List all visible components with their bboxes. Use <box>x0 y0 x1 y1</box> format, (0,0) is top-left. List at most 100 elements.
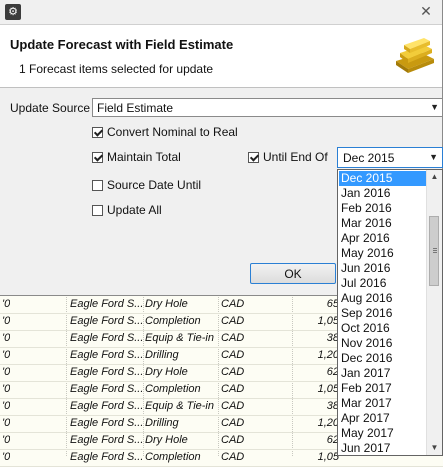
source-date-checkbox[interactable] <box>92 179 103 191</box>
scroll-down-arrow-icon[interactable]: ▼ <box>427 441 442 455</box>
update-source-select[interactable]: Field Estimate ▼ <box>92 98 443 117</box>
table-cell: Drilling <box>145 349 179 361</box>
ok-button[interactable]: OK <box>250 263 336 284</box>
update-all-checkbox-row[interactable]: Update All <box>92 202 162 218</box>
dropdown-option[interactable]: Jan 2017 <box>339 366 429 381</box>
table-cell: '0 <box>2 349 10 361</box>
dropdown-option[interactable]: Apr 2017 <box>339 411 429 426</box>
grip-line <box>433 252 437 253</box>
gold-bar-icon <box>396 38 434 73</box>
table-cell: CAD <box>221 315 245 327</box>
table-cell: CAD <box>221 383 245 395</box>
chevron-down-icon: ▼ <box>430 102 439 112</box>
table-cell: 38 <box>326 400 339 412</box>
app-icon: ⚙ <box>5 4 21 20</box>
update-source-value: Field Estimate <box>97 101 174 115</box>
dialog-subtitle: 1 Forecast items selected for update <box>19 62 214 76</box>
table-cell: '0 <box>2 315 10 327</box>
until-end-checkbox-row[interactable]: Until End Of <box>248 149 328 165</box>
dropdown-option[interactable]: Apr 2016 <box>339 231 429 246</box>
maintain-total-label: Maintain Total <box>107 150 181 164</box>
table-cell: Eagle Ford S... <box>70 332 142 344</box>
dropdown-option[interactable]: Jun 2017 <box>339 441 429 455</box>
dropdown-option[interactable]: Dec 2016 <box>339 351 429 366</box>
dropdown-option[interactable]: May 2016 <box>339 246 429 261</box>
until-end-checkbox[interactable] <box>248 151 259 163</box>
table-cell: Eagle Ford S... <box>70 298 142 310</box>
dialog-title: Update Forecast with Field Estimate <box>10 37 234 52</box>
until-end-date-value: Dec 2015 <box>343 151 395 165</box>
table-cell: Dry Hole <box>145 434 188 446</box>
update-all-label: Update All <box>107 203 162 217</box>
table-cell: CAD <box>221 434 245 446</box>
table-cell: 62 <box>326 366 339 378</box>
table-cell: 1,20 <box>317 417 339 429</box>
until-end-label: Until End Of <box>263 150 328 164</box>
table-cell: Completion <box>145 451 201 463</box>
date-dropdown-list: Dec 2015 Jan 2016 Feb 2016 Mar 2016 Apr 2016… <box>337 169 443 456</box>
dropdown-option[interactable]: Sep 2016 <box>339 306 429 321</box>
table-cell: 65 <box>326 298 339 310</box>
close-icon[interactable]: ✕ <box>416 2 436 20</box>
grip-line <box>433 250 437 251</box>
table-cell: Completion <box>145 315 201 327</box>
dropdown-option[interactable]: Nov 2016 <box>339 336 429 351</box>
maintain-total-checkbox[interactable] <box>92 151 103 163</box>
source-date-label: Source Date Until <box>107 178 202 192</box>
dropdown-option[interactable]: Jan 2016 <box>339 186 429 201</box>
table-cell: Eagle Ford S... <box>70 349 142 361</box>
table-cell: 62 <box>326 434 339 446</box>
dropdown-option[interactable]: Aug 2016 <box>339 291 429 306</box>
table-cell: 38 <box>326 332 339 344</box>
table-cell: CAD <box>221 349 245 361</box>
table-cell: Dry Hole <box>145 366 188 378</box>
table-cell: Eagle Ford S... <box>70 417 142 429</box>
dropdown-option[interactable]: Jun 2016 <box>339 261 429 276</box>
table-cell: CAD <box>221 366 245 378</box>
table-cell: Eagle Ford S... <box>70 400 142 412</box>
table-cell: 1,05 <box>317 315 339 327</box>
table-cell: '0 <box>2 400 10 412</box>
table-cell: Completion <box>145 383 201 395</box>
scroll-up-arrow-icon[interactable]: ▲ <box>427 170 442 184</box>
table-cell: Eagle Ford S... <box>70 315 142 327</box>
table-cell: Drilling <box>145 417 179 429</box>
maintain-total-checkbox-row[interactable]: Maintain Total <box>92 149 181 165</box>
convert-nominal-checkbox-row[interactable]: Convert Nominal to Real <box>92 124 238 140</box>
dropdown-scrollbar[interactable]: ▲ ▼ <box>426 170 442 455</box>
table-cell: Eagle Ford S... <box>70 451 142 463</box>
table-cell: 1,05 <box>317 451 339 463</box>
dropdown-option[interactable]: Oct 2016 <box>339 321 429 336</box>
table-cell: Eagle Ford S... <box>70 366 142 378</box>
convert-nominal-label: Convert Nominal to Real <box>107 125 238 139</box>
dropdown-option[interactable]: Dec 2015 <box>339 171 429 186</box>
table-cell: Eagle Ford S... <box>70 434 142 446</box>
table-cell: CAD <box>221 417 245 429</box>
source-date-checkbox-row[interactable]: Source Date Until <box>92 177 201 193</box>
dropdown-option[interactable]: Feb 2017 <box>339 381 429 396</box>
update-source-label: Update Source <box>10 101 91 115</box>
table-cell: '0 <box>2 417 10 429</box>
table-cell: '0 <box>2 451 10 463</box>
table-cell: CAD <box>221 400 245 412</box>
table-cell: Equip & Tie-in <box>145 400 214 412</box>
dropdown-option[interactable]: Feb 2016 <box>339 201 429 216</box>
dropdown-option[interactable]: May 2017 <box>339 426 429 441</box>
table-cell: Eagle Ford S... <box>70 383 142 395</box>
update-all-checkbox[interactable] <box>92 204 103 216</box>
scrollbar-thumb[interactable] <box>429 216 439 286</box>
table-cell: CAD <box>221 332 245 344</box>
table-cell: Dry Hole <box>145 298 188 310</box>
dialog-header: Update Forecast with Field Estimate 1 Fo… <box>0 24 442 88</box>
chevron-down-icon: ▼ <box>429 152 438 162</box>
until-end-date-select[interactable]: Dec 2015 ▼ <box>337 147 443 168</box>
table-cell: Equip & Tie-in <box>145 332 214 344</box>
table-cell: '0 <box>2 298 10 310</box>
table-cell: '0 <box>2 366 10 378</box>
dropdown-option[interactable]: Jul 2016 <box>339 276 429 291</box>
convert-nominal-checkbox[interactable] <box>92 126 103 138</box>
dropdown-option[interactable]: Mar 2016 <box>339 216 429 231</box>
dropdown-option[interactable]: Mar 2017 <box>339 396 429 411</box>
table-cell: 1,20 <box>317 349 339 361</box>
table-cell: 1,05 <box>317 383 339 395</box>
